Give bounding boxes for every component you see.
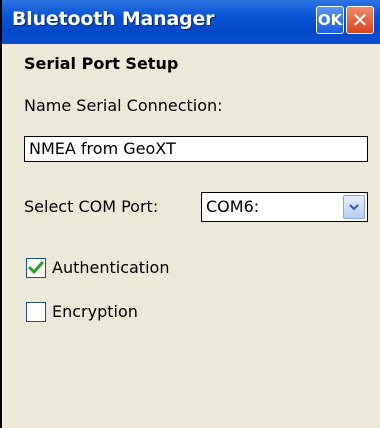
window-title: Bluetooth Manager (12, 8, 215, 30)
close-icon: ✕ (351, 8, 369, 32)
bluetooth-manager-window: Bluetooth Manager OK ✕ Serial Port Setup… (0, 0, 380, 428)
name-connection-label: Name Serial Connection: (24, 96, 223, 115)
authentication-label[interactable]: Authentication (52, 258, 169, 277)
dropdown-button[interactable] (343, 195, 365, 219)
com-port-value: COM6: (206, 197, 260, 216)
section-title: Serial Port Setup (24, 54, 179, 73)
close-button[interactable]: ✕ (346, 6, 374, 34)
connection-name-input[interactable]: NMEA from GeoXT (24, 136, 368, 162)
dialog-content: Serial Port Setup Name Serial Connection… (4, 44, 380, 428)
encryption-checkbox[interactable] (26, 302, 46, 322)
encryption-label[interactable]: Encryption (52, 302, 138, 321)
com-port-select[interactable]: COM6: (201, 192, 368, 222)
ok-button[interactable]: OK (316, 6, 344, 34)
com-port-label: Select COM Port: (24, 197, 159, 216)
checkmark-icon (28, 261, 44, 274)
authentication-checkbox[interactable] (26, 258, 46, 278)
title-bar: Bluetooth Manager OK ✕ (2, 0, 380, 44)
chevron-down-icon (349, 204, 359, 211)
connection-name-value: NMEA from GeoXT (29, 139, 176, 158)
